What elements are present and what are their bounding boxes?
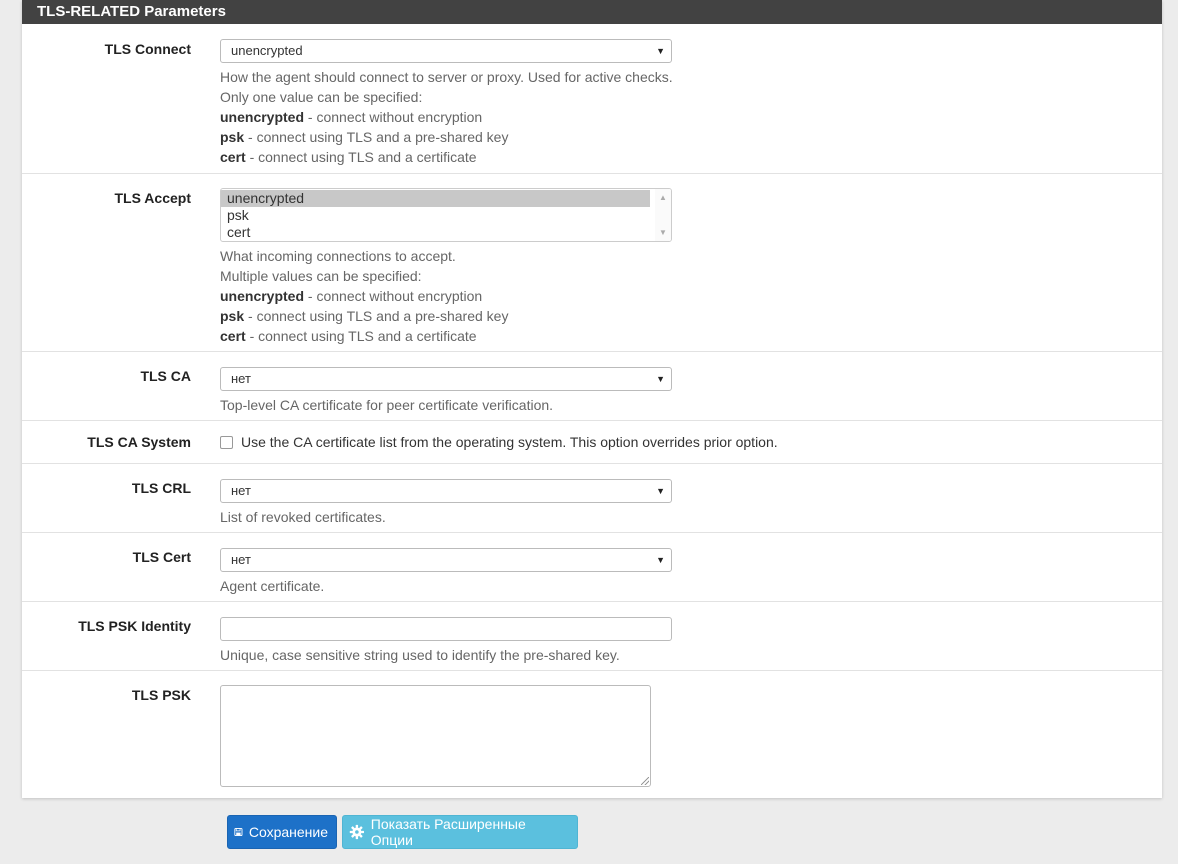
save-icon [234,827,243,837]
show-advanced-options-label: Показать Расширенные Опции [370,816,526,848]
help-term: psk [220,308,245,324]
help-term: cert [220,328,246,344]
chevron-down-icon: ▼ [656,374,665,384]
tls-ca-system-checkbox-label[interactable]: Use the CA certificate list from the ope… [241,434,778,450]
tls-psk-identity-row: TLS PSK Identity Unique, case sensitive … [22,602,1162,671]
tls-ca-system-option[interactable]: Use the CA certificate list from the ope… [220,434,778,450]
tls-ca-label: TLS CA [140,368,191,384]
show-advanced-options-button[interactable]: Показать Расширенные Опции [342,815,578,849]
chevron-down-icon: ▼ [656,46,665,56]
help-line: Multiple values can be specified: [220,268,422,284]
help-option: unencrypted - connect without encryption [220,107,673,127]
tls-psk-row: TLS PSK [22,671,1162,798]
help-term: unencrypted [220,288,305,304]
tls-psk-identity-label: TLS PSK Identity [78,618,191,634]
help-desc: - connect without encryption [304,288,483,304]
tls-ca-row: TLS CA нет ▼ Top-level CA certificate fo… [22,352,1162,421]
tls-connect-help: How the agent should connect to server o… [220,67,673,167]
tls-psk-label: TLS PSK [131,687,191,703]
help-term: cert [220,149,246,165]
tls-accept-field: unencrypted psk cert ▲ ▼ What incoming c… [220,188,672,346]
help-desc: - connect without encryption [304,109,483,125]
tls-cert-label: TLS Cert [132,549,191,565]
tls-crl-selected-value: нет [231,483,251,498]
help-line: Only one value can be specified: [220,89,423,105]
tls-crl-field: нет ▼ List of revoked certificates. [220,479,672,527]
tls-psk-identity-field: Unique, case sensitive string used to id… [220,617,672,665]
tls-cert-select[interactable]: нет ▼ [220,548,672,572]
listbox-scrollbar[interactable]: ▲ ▼ [655,189,671,241]
tls-crl-label: TLS CRL [131,480,191,496]
tls-psk-identity-input[interactable] [220,617,672,641]
listbox-option-psk[interactable]: psk [221,207,650,224]
tls-ca-system-label: TLS CA System [87,434,191,450]
tls-cert-row: TLS Cert нет ▼ Agent certificate. [22,533,1162,602]
save-button-label: Сохранение [248,824,328,840]
listbox-option-cert[interactable]: cert [221,224,650,241]
help-option: cert - connect using TLS and a certifica… [220,147,673,167]
help-line: How the agent should connect to server o… [220,69,673,85]
tls-connect-field: unencrypted ▼ How the agent should conne… [220,39,673,167]
tls-psk-field [220,685,651,787]
save-button[interactable]: Сохранение [227,815,337,849]
listbox-option-unencrypted[interactable]: unencrypted [221,190,650,207]
help-term: unencrypted [220,109,305,125]
tls-cert-field: нет ▼ Agent certificate. [220,548,672,596]
tls-ca-select[interactable]: нет ▼ [220,367,672,391]
tls-connect-row: TLS Connect unencrypted ▼ How the agent … [22,24,1162,174]
tls-accept-listbox[interactable]: unencrypted psk cert ▲ ▼ [220,188,672,242]
tls-accept-label: TLS Accept [114,190,192,206]
help-desc: - connect using TLS and a certificate [245,149,477,165]
tls-ca-system-checkbox[interactable] [220,435,233,449]
help-option: psk - connect using TLS and a pre-shared… [220,127,673,147]
help-line: What incoming connections to accept. [220,248,456,264]
chevron-down-icon: ▼ [656,486,665,496]
tls-connect-selected-value: unencrypted [231,43,303,58]
help-option: cert - connect using TLS and a certifica… [220,326,672,346]
chevron-down-icon: ▼ [656,555,665,565]
scroll-up-icon[interactable]: ▲ [659,193,667,202]
tls-cert-help: Agent certificate. [220,578,325,594]
resize-grip-icon[interactable] [641,777,649,785]
tls-ca-selected-value: нет [231,371,251,386]
tls-crl-row: TLS CRL нет ▼ List of revoked certificat… [22,464,1162,533]
help-desc: - connect using TLS and a pre-shared key [244,308,509,324]
help-desc: - connect using TLS and a pre-shared key [244,129,509,145]
tls-accept-help: What incoming connections to accept. Mul… [220,246,672,346]
tls-connect-label: TLS Connect [104,41,191,57]
help-term: psk [220,129,245,145]
tls-connect-select[interactable]: unencrypted ▼ [220,39,672,63]
tls-accept-row: TLS Accept unencrypted psk cert ▲ ▼ What… [22,174,1162,352]
tls-crl-select[interactable]: нет ▼ [220,479,672,503]
help-option: psk - connect using TLS and a pre-shared… [220,306,672,326]
scroll-down-icon[interactable]: ▼ [659,228,667,237]
help-desc: - connect using TLS and a certificate [245,328,477,344]
gear-icon [349,824,364,840]
tls-psk-identity-help: Unique, case sensitive string used to id… [220,647,620,663]
tls-psk-textarea[interactable] [220,685,651,787]
help-option: unencrypted - connect without encryption [220,286,672,306]
tls-parameters-panel: TLS-RELATED Parameters TLS Connect unenc… [22,0,1162,798]
tls-crl-help: List of revoked certificates. [220,509,386,525]
panel-title: TLS-RELATED Parameters [22,0,1162,24]
tls-ca-system-row: TLS CA System Use the CA certificate lis… [22,421,1162,464]
tls-ca-system-field: Use the CA certificate list from the ope… [220,434,778,450]
tls-cert-selected-value: нет [231,552,251,567]
tls-ca-help: Top-level CA certificate for peer certif… [220,397,554,413]
tls-ca-field: нет ▼ Top-level CA certificate for peer … [220,367,672,415]
